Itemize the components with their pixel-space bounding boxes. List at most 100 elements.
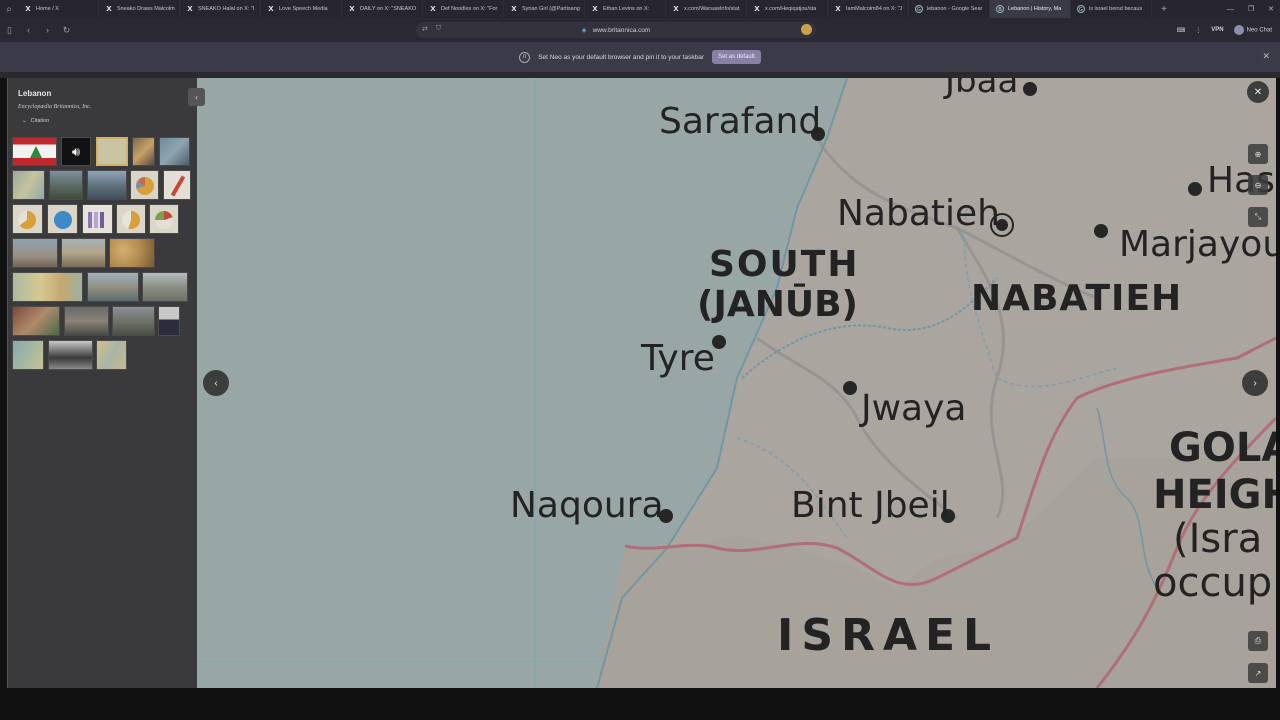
label-nabatieh-city: Nabatieh	[837, 193, 1000, 234]
minimize-icon[interactable]: —	[1227, 6, 1234, 13]
collapse-sidebar-button[interactable]: ‹	[188, 88, 205, 106]
tab-label: Ethan Levins on X:	[603, 6, 650, 12]
menu-dots-icon[interactable]: ⋮	[1195, 27, 1201, 34]
browser-tab[interactable]: B Lebanon | History, Ma	[990, 0, 1071, 18]
thumbnail-chart-1[interactable]	[12, 204, 43, 234]
thumbnail-photo[interactable]	[159, 137, 190, 166]
tab-label: Love Speech Media	[279, 6, 328, 12]
tab-label: DAILY on X: "SNEAKO	[360, 6, 417, 12]
forward-icon[interactable]: ›	[38, 18, 57, 42]
thumbnail-ruins[interactable]	[142, 272, 188, 302]
thumbnail-vehicle[interactable]	[48, 340, 93, 370]
open-external-button[interactable]: ↗	[1248, 663, 1268, 683]
cedar-icon	[30, 146, 42, 158]
thumbnail-food[interactable]	[109, 238, 155, 268]
window-controls: — ❐ ✕	[1227, 0, 1274, 18]
zoom-in-button[interactable]: ⊕	[1248, 144, 1268, 164]
profile-button[interactable]: Neo Chat	[1233, 25, 1272, 35]
thumbnail-artwork[interactable]	[132, 137, 155, 166]
default-browser-banner: n Set Neo as your default browser and pi…	[0, 42, 1280, 72]
thumbnail-flag[interactable]	[12, 137, 57, 166]
previous-image-button[interactable]: ‹	[203, 370, 229, 396]
browser-tab[interactable]: X Def Noodles on X: "For	[423, 0, 504, 18]
browser-tab[interactable]: X Love Speech Media	[261, 0, 342, 18]
citation-label: Citation	[30, 118, 50, 124]
print-button[interactable]: ⎙	[1248, 631, 1268, 651]
label-golan-3: (Isra	[1173, 516, 1262, 562]
sidebar-toggle-icon[interactable]: ▯	[0, 18, 19, 42]
thumbnail-bar-chart[interactable]	[82, 204, 113, 234]
browser-tab[interactable]: X DAILY on X: "SNEAKO	[342, 0, 423, 18]
bar-chart-icon	[88, 212, 108, 228]
pie-chart-icon	[155, 211, 173, 229]
browser-tab[interactable]: X Ethan Levins on X:	[585, 0, 666, 18]
shield-icon[interactable]: ⛉	[436, 25, 441, 33]
browser-tab[interactable]: X Home / X	[18, 0, 99, 18]
thumbnail-chart-4[interactable]	[149, 204, 179, 234]
chat-icon[interactable]: ⌨	[1177, 27, 1186, 34]
citation-toggle[interactable]: ⌄ Citation	[22, 118, 49, 124]
thumbnail-tree[interactable]	[49, 170, 83, 200]
next-image-button[interactable]: ›	[1242, 370, 1268, 396]
thumbnail-map-2[interactable]	[12, 170, 45, 200]
thumbnail-map-3[interactable]	[12, 272, 83, 302]
back-icon[interactable]: ‹	[19, 18, 38, 42]
close-banner-icon[interactable]: ✕	[1262, 51, 1270, 62]
close-window-icon[interactable]: ✕	[1268, 5, 1274, 13]
thumbnail-castle[interactable]	[87, 272, 139, 302]
thumbnail-infographic[interactable]	[163, 170, 191, 200]
pie-chart-icon	[122, 211, 140, 229]
thumbnail-building[interactable]	[112, 306, 155, 336]
thumbnail-city-2[interactable]	[61, 238, 106, 268]
set-default-button[interactable]: Set as default	[712, 50, 761, 64]
address-bar[interactable]: ⇄ ⛉ ◈ www.britannica.com	[416, 22, 816, 38]
extension-icon[interactable]	[801, 24, 812, 35]
thumbnail-chart-2[interactable]	[47, 204, 78, 234]
sidebar-title: Lebanon	[18, 89, 52, 98]
x-icon: X	[673, 5, 679, 13]
browser-tab[interactable]: Glebanon - Google Sear	[909, 0, 990, 18]
browser-tab[interactable]: X IamMalcolm84 on X: "J	[828, 0, 909, 18]
chevron-right-icon: ›	[1253, 377, 1257, 389]
thumbnail-street[interactable]	[64, 306, 109, 336]
reload-icon[interactable]: ↻	[57, 18, 76, 42]
thumbnail-pie-chart[interactable]	[130, 170, 159, 200]
thumbnail-chart-3[interactable]	[116, 204, 146, 234]
browser-tab[interactable]: Xx.com/WarsawInfo/stat	[666, 0, 747, 18]
browser-tab[interactable]: X Syrian Girl (@Partisang	[504, 0, 585, 18]
x-icon: X	[349, 5, 355, 13]
thumbnail-map-4[interactable]	[12, 340, 44, 370]
thumbnail-coast[interactable]	[87, 170, 127, 200]
thumbnail-portrait[interactable]	[158, 306, 180, 336]
thumbnail-city-1[interactable]	[12, 238, 58, 268]
x-icon: X	[268, 5, 274, 13]
vpn-button[interactable]: VPN	[1211, 27, 1223, 33]
browser-tab[interactable]: Xx.com/Heqiqatjou/sta	[747, 0, 828, 18]
maximize-icon[interactable]: ❐	[1248, 5, 1254, 13]
label-tyre: Tyre	[640, 338, 715, 379]
url-text[interactable]: www.britannica.com	[593, 27, 651, 34]
browser-tab[interactable]: Gis israel beirut becaus	[1071, 0, 1152, 18]
google-icon: G	[915, 5, 923, 13]
site-settings-icon[interactable]: ⇄	[422, 25, 428, 33]
thumbnail-map-selected[interactable]	[96, 137, 128, 166]
browser-tab[interactable]: X SNEAKO Halal on X: "I	[180, 0, 261, 18]
tab-label: Def Noodles on X: "For	[441, 6, 498, 12]
avatar	[1233, 25, 1244, 35]
thumbnail-map-5[interactable]	[96, 340, 127, 370]
close-viewer-button[interactable]: ✕	[1247, 81, 1269, 103]
zoom-out-button[interactable]: ⊖	[1248, 175, 1268, 195]
label-jwaya: Jwaya	[859, 388, 967, 429]
label-naqoura: Naqoura	[510, 485, 664, 526]
new-tab-icon[interactable]: +	[1156, 4, 1172, 15]
external-link-icon: ↗	[1254, 668, 1262, 678]
chevron-down-icon: ⌄	[22, 118, 27, 124]
fit-screen-button[interactable]: ⤡	[1248, 207, 1268, 227]
browser-tab[interactable]: X Sneako Draws Malcolm	[99, 0, 180, 18]
thumbnail-crowd[interactable]	[12, 306, 60, 336]
thumbnail-audio[interactable]: 🔊︎	[61, 137, 91, 166]
globe-icon	[54, 211, 72, 229]
tab-search-icon[interactable]: ⌕	[0, 0, 18, 18]
x-icon: X	[592, 5, 598, 13]
map-viewer[interactable]: Sarafand Jbaa Nabatieh Has Marjayou SOUT…	[197, 78, 1276, 688]
